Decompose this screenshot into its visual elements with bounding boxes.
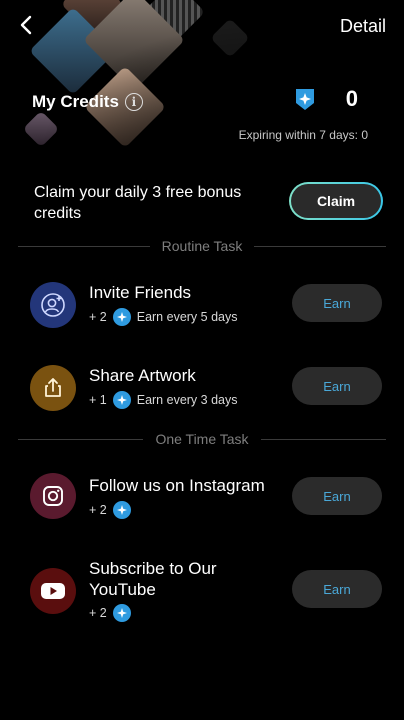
youtube-badge bbox=[30, 568, 76, 614]
divider-line bbox=[18, 438, 144, 440]
youtube-icon bbox=[41, 583, 65, 599]
credit-gem-icon bbox=[112, 308, 131, 326]
share-icon bbox=[45, 378, 61, 397]
back-arrow-icon[interactable] bbox=[16, 14, 38, 36]
task-title: Subscribe to Our YouTube bbox=[89, 559, 217, 599]
task-title: Follow us on Instagram bbox=[89, 476, 265, 495]
header-artwork-collage bbox=[0, 0, 260, 160]
reward-frequency: Earn every 5 days bbox=[136, 310, 238, 324]
credit-gem-icon bbox=[112, 391, 131, 409]
credits-balance: 0 bbox=[345, 86, 358, 111]
section-label: Routine Task bbox=[161, 238, 243, 254]
detail-link[interactable]: Detail bbox=[340, 16, 386, 37]
info-icon[interactable]: i bbox=[124, 93, 143, 111]
credit-gem-icon bbox=[112, 501, 131, 519]
credit-gem-icon bbox=[112, 604, 131, 622]
divider-line bbox=[260, 438, 386, 440]
expiring-credits-text: Expiring within 7 days: 0 bbox=[238, 128, 368, 142]
task-reward: + 1 Earn every 3 days bbox=[89, 391, 237, 409]
daily-bonus-text: Claim your daily 3 free bonus credits bbox=[34, 184, 242, 222]
earn-button[interactable]: Earn bbox=[292, 570, 382, 608]
task-reward: + 2 bbox=[89, 501, 131, 519]
task-reward: + 2 Earn every 5 days bbox=[89, 308, 237, 326]
add-user-icon bbox=[41, 293, 65, 317]
routine-task-divider: Routine Task bbox=[18, 236, 386, 256]
instagram-badge bbox=[30, 473, 76, 519]
invite-friends-badge bbox=[30, 282, 76, 328]
instagram-icon bbox=[43, 486, 63, 506]
reward-frequency: Earn every 3 days bbox=[136, 393, 238, 407]
share-artwork-badge bbox=[30, 365, 76, 411]
task-title: Share Artwork bbox=[89, 366, 196, 385]
earn-button[interactable]: Earn bbox=[292, 284, 382, 322]
reward-amount: + 1 bbox=[89, 393, 107, 407]
reward-amount: + 2 bbox=[89, 310, 107, 324]
reward-amount: + 2 bbox=[89, 606, 107, 620]
one-time-task-divider: One Time Task bbox=[18, 429, 386, 449]
earn-button[interactable]: Earn bbox=[292, 477, 382, 515]
my-credits-heading: My Credits i bbox=[32, 92, 143, 112]
collage-fade bbox=[0, 0, 260, 160]
claim-button[interactable]: Claim bbox=[289, 182, 383, 220]
my-credits-label: My Credits bbox=[32, 92, 119, 111]
divider-line bbox=[254, 245, 386, 247]
divider-line bbox=[18, 245, 150, 247]
credits-screen: Detail My Credits i 0 Expiring within 7 … bbox=[0, 0, 404, 720]
reward-amount: + 2 bbox=[89, 503, 107, 517]
section-label: One Time Task bbox=[155, 431, 249, 447]
task-title: Invite Friends bbox=[89, 283, 192, 302]
credit-gem-icon bbox=[296, 89, 314, 110]
task-reward: + 2 bbox=[89, 604, 131, 622]
earn-button[interactable]: Earn bbox=[292, 367, 382, 405]
